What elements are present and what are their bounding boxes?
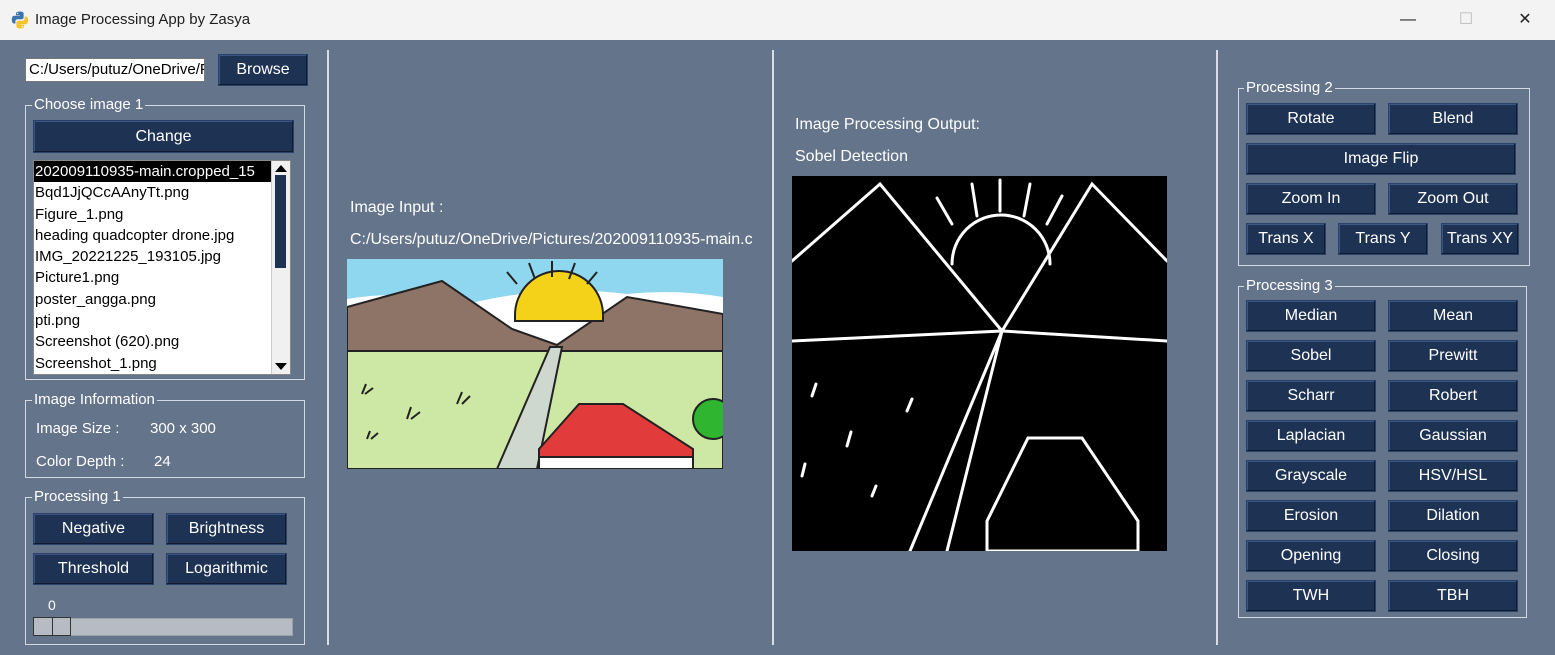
list-item[interactable]: Screenshot_1.png [34,353,273,374]
list-item[interactable]: Picture1.png [34,267,273,288]
median-button[interactable]: Median [1246,300,1376,332]
listbox-scrollbar[interactable] [271,161,290,374]
output-label: Image Processing Output: [795,116,980,133]
image-input-path: C:/Users/putuz/OneDrive/Pictures/2020091… [350,231,752,248]
file-path-input[interactable]: C:/Users/putuz/OneDrive/Pictures/2020091… [25,58,205,82]
title-bar: Image Processing App by Zasya — ☐ ✕ [0,0,1555,40]
python-app-icon [11,11,29,29]
trans-y-button[interactable]: Trans Y [1338,223,1428,255]
erosion-button[interactable]: Erosion [1246,500,1376,532]
laplacian-button[interactable]: Laplacian [1246,420,1376,452]
processing3-legend: Processing 3 [1244,277,1335,294]
slider-track[interactable] [33,618,293,636]
image-size-value: 300 x 300 [150,420,216,437]
column-divider [327,50,329,645]
hsv-hsl-button[interactable]: HSV/HSL [1388,460,1518,492]
image-size-label: Image Size : [36,420,120,437]
grayscale-button[interactable]: Grayscale [1246,460,1376,492]
list-item[interactable]: Figure_1.png [34,204,273,225]
color-depth-value: 24 [154,453,171,470]
close-button[interactable]: ✕ [1502,4,1548,36]
image-flip-button[interactable]: Image Flip [1246,143,1516,175]
opening-button[interactable]: Opening [1246,540,1376,572]
prewitt-button[interactable]: Prewitt [1388,340,1518,372]
rotate-button[interactable]: Rotate [1246,103,1376,135]
output-method-label: Sobel Detection [795,148,908,165]
processing1-legend: Processing 1 [32,488,123,505]
sobel-button[interactable]: Sobel [1246,340,1376,372]
scroll-up-icon[interactable] [275,165,287,172]
scharr-button[interactable]: Scharr [1246,380,1376,412]
browse-button[interactable]: Browse [218,54,308,86]
closing-button[interactable]: Closing [1388,540,1518,572]
column-divider [1216,50,1218,645]
list-item[interactable]: IMG_20221225_193105.jpg [34,246,273,267]
list-item[interactable]: 202009110935-main.cropped_15 [34,161,273,183]
maximize-button[interactable]: ☐ [1443,4,1489,36]
zoom-out-button[interactable]: Zoom Out [1388,183,1518,215]
image-input-label: Image Input : [350,199,444,216]
scrollbar-thumb[interactable] [275,175,286,268]
twh-button[interactable]: TWH [1246,580,1376,612]
mean-button[interactable]: Mean [1388,300,1518,332]
dilation-button[interactable]: Dilation [1388,500,1518,532]
processing2-legend: Processing 2 [1244,79,1335,96]
color-depth-label: Color Depth : [36,453,125,470]
trans-xy-button[interactable]: Trans XY [1441,223,1519,255]
negative-button[interactable]: Negative [33,513,154,545]
list-item[interactable]: Screenshot (620).png [34,331,273,352]
column-divider [772,50,774,645]
threshold-button[interactable]: Threshold [33,553,154,585]
list-item[interactable]: heading quadcopter drone.jpg [34,225,273,246]
output-image [792,176,1167,551]
list-item[interactable]: poster_angga.png [34,289,273,310]
list-item[interactable]: pti.png [34,310,273,331]
change-button[interactable]: Change [33,120,294,153]
zoom-in-button[interactable]: Zoom In [1246,183,1376,215]
window-title: Image Processing App by Zasya [35,11,251,28]
input-image [347,259,723,469]
tbh-button[interactable]: TBH [1388,580,1518,612]
minimize-button[interactable]: — [1385,4,1431,36]
choose-image-legend: Choose image 1 [32,96,146,113]
file-listbox[interactable]: 202009110935-main.cropped_15 Bqd1JjQCcAA… [33,160,291,375]
image-info-legend: Image Information [32,391,157,408]
slider-thumb[interactable] [33,617,71,636]
robert-button[interactable]: Robert [1388,380,1518,412]
brightness-button[interactable]: Brightness [166,513,287,545]
scroll-down-icon[interactable] [275,363,287,370]
gaussian-button[interactable]: Gaussian [1388,420,1518,452]
trans-x-button[interactable]: Trans X [1246,223,1326,255]
slider-value: 0 [48,597,56,613]
blend-button[interactable]: Blend [1388,103,1518,135]
list-item[interactable]: Bqd1JjQCcAAnyTt.png [34,182,273,203]
logarithmic-button[interactable]: Logarithmic [166,553,287,585]
